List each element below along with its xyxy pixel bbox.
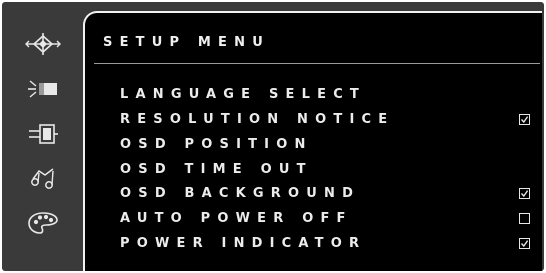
- input-source-icon[interactable]: [20, 71, 66, 107]
- menu-item-label: OSD BACKGROUND: [120, 186, 361, 201]
- menu-panel: SETUP MENU LANGUAGE SELECT RESOLUTION NO…: [83, 11, 542, 271]
- osd-menu: SETUP MENU LANGUAGE SELECT RESOLUTION NO…: [2, 2, 544, 271]
- video-connector-icon[interactable]: [20, 116, 66, 152]
- auto-power-off-checkbox[interactable]: [519, 213, 530, 224]
- osd-background-checkbox[interactable]: [519, 188, 530, 199]
- menu-item-label: OSD POSITION: [120, 137, 313, 152]
- menu-item-power-indicator[interactable]: POWER INDICATOR: [120, 234, 540, 256]
- menu-item-osd-position[interactable]: OSD POSITION: [120, 135, 540, 157]
- menu-item-language-select[interactable]: LANGUAGE SELECT: [120, 85, 540, 107]
- menu-item-label: RESOLUTION NOTICE: [120, 112, 395, 127]
- power-indicator-checkbox[interactable]: [519, 238, 530, 249]
- title-divider: [94, 63, 540, 64]
- osd-window: SETUP MENU LANGUAGE SELECT RESOLUTION NO…: [2, 2, 544, 271]
- menu-item-label: LANGUAGE SELECT: [120, 87, 367, 102]
- menu-item-osd-background[interactable]: OSD BACKGROUND: [120, 184, 540, 206]
- checkmark-icon: [520, 190, 529, 198]
- picture-adjust-icon[interactable]: [20, 26, 66, 62]
- menu-title: SETUP MENU: [103, 35, 270, 50]
- menu-item-auto-power-off[interactable]: AUTO POWER OFF: [120, 209, 540, 231]
- resolution-notice-checkbox[interactable]: [519, 114, 530, 125]
- color-palette-icon[interactable]: [20, 205, 66, 241]
- menu-item-osd-time-out[interactable]: OSD TIME OUT: [120, 160, 540, 182]
- audio-icon[interactable]: [20, 160, 66, 196]
- menu-item-label: POWER INDICATOR: [120, 236, 367, 251]
- menu-item-resolution-notice[interactable]: RESOLUTION NOTICE: [120, 110, 540, 132]
- checkmark-icon: [520, 240, 529, 248]
- sidebar: [10, 8, 76, 270]
- menu-item-label: AUTO POWER OFF: [120, 211, 353, 226]
- checkmark-icon: [520, 116, 529, 124]
- menu-item-label: OSD TIME OUT: [120, 162, 313, 177]
